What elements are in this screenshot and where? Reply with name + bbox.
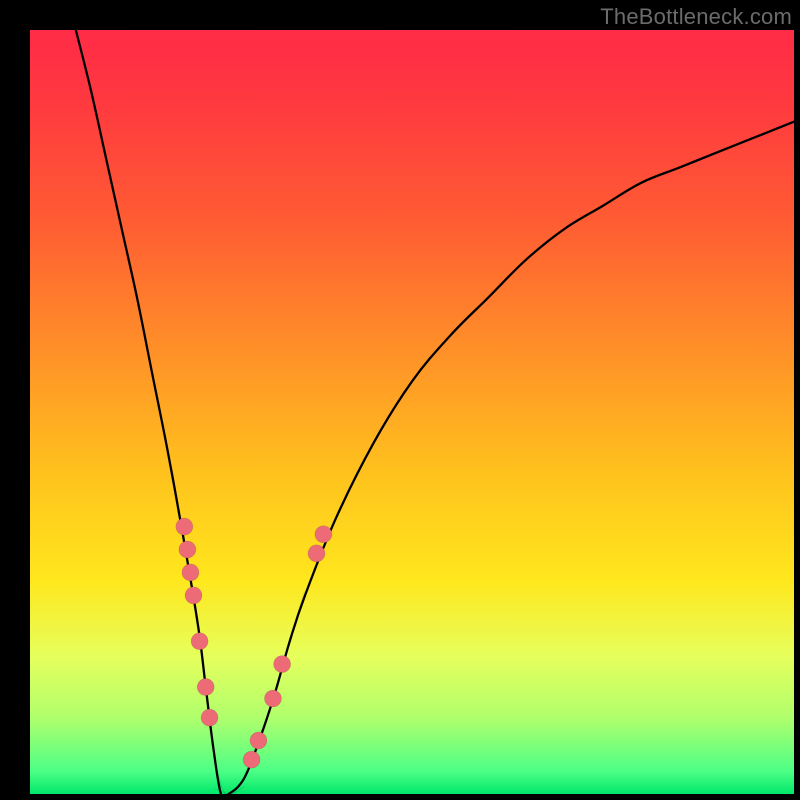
marker-pill <box>215 789 241 800</box>
marker-dot <box>274 656 291 673</box>
marker-dot <box>197 679 214 696</box>
marker-dot <box>182 564 199 581</box>
marker-dot <box>250 732 267 749</box>
marker-dot <box>191 633 208 650</box>
marker-pill <box>241 769 248 783</box>
marker-dot <box>176 518 193 535</box>
curve-group <box>76 30 794 798</box>
marker-dot <box>315 526 332 543</box>
marker-dot <box>185 587 202 604</box>
marker-dot <box>201 709 218 726</box>
chart-overlay <box>30 30 794 794</box>
markers-group <box>176 518 332 800</box>
chart-frame: TheBottleneck.com <box>0 0 800 800</box>
marker-dot <box>179 541 196 558</box>
watermark-text: TheBottleneck.com <box>600 4 792 30</box>
bottleneck-curve <box>76 30 794 798</box>
marker-dot <box>264 690 281 707</box>
marker-dot <box>308 545 325 562</box>
marker-dot <box>243 751 260 768</box>
